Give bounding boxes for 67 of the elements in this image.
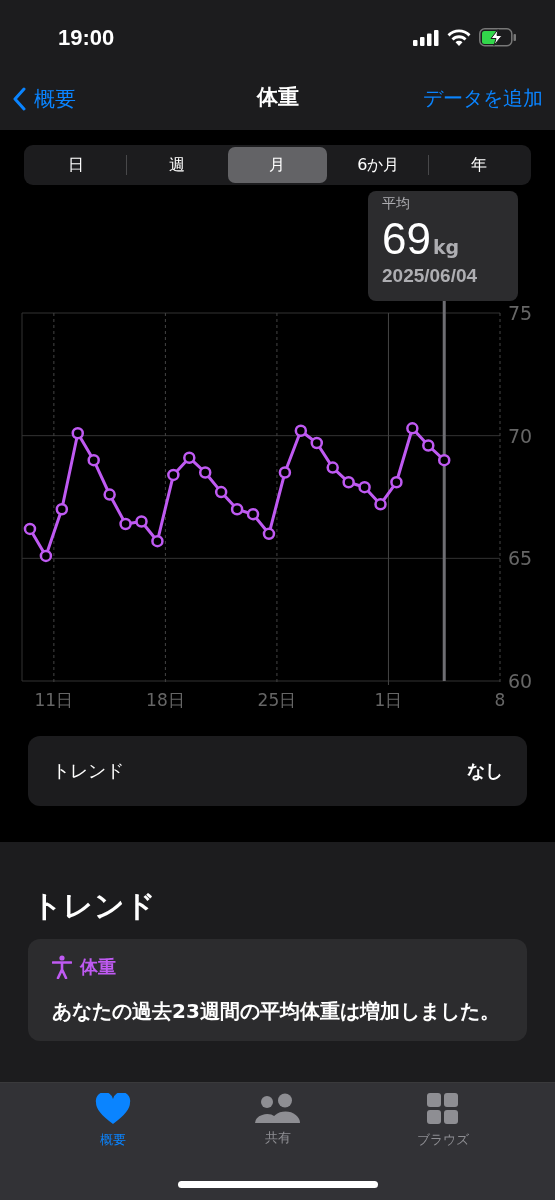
signal-icon (413, 29, 439, 46)
data-point (135, 515, 148, 528)
battery-charging-icon (479, 28, 517, 47)
data-point (262, 527, 276, 541)
data-point (342, 476, 355, 489)
y-axis-label: 70 (508, 424, 533, 447)
trend-card[interactable]: 体重 あなたの過去23週間の平均体重は増加しました。 (28, 939, 527, 1041)
data-point (23, 522, 37, 536)
person-icon (52, 955, 72, 979)
data-point (278, 466, 292, 479)
data-point (374, 498, 387, 511)
data-point (358, 480, 371, 494)
tooltip-label: 平均 (382, 195, 411, 213)
data-point (183, 451, 196, 464)
card-title: 体重 (80, 955, 116, 979)
tab-bar-item[interactable]: 概要 (52, 1083, 173, 1161)
period-tab[interactable]: 6か月 (328, 147, 429, 183)
period-tab[interactable]: 日 (26, 147, 126, 183)
data-point (294, 424, 308, 437)
period-tab[interactable]: 週 (126, 147, 227, 183)
trend-row[interactable]: トレンド なし (28, 736, 527, 806)
data-point (214, 485, 228, 499)
trend-label: トレンド (52, 759, 124, 783)
people-icon (254, 1093, 301, 1123)
data-point (119, 517, 132, 531)
weight-value: 69 (382, 217, 431, 261)
x-axis-label: 18日 (146, 690, 185, 710)
data-point (438, 453, 451, 467)
data-point (151, 534, 164, 548)
data-point (422, 439, 435, 452)
back-link[interactable]: 概要 (12, 84, 76, 113)
data-point (326, 461, 339, 474)
tooltip-date: 2025/06/04 (382, 265, 479, 287)
trend-description: あなたの過去23週間の平均体重は増加しました。 (52, 998, 501, 1025)
y-axis-label: 65 (508, 547, 533, 570)
wifi-icon (447, 29, 471, 46)
add-data-link[interactable]: データを追加 (423, 85, 543, 112)
data-point (406, 422, 419, 435)
data-point (55, 503, 69, 516)
x-axis-label: 1日 (374, 690, 403, 710)
chevron-left-icon (12, 86, 26, 111)
x-axis-label: 11日 (34, 690, 74, 710)
data-point (246, 507, 260, 521)
heart-icon (94, 1093, 131, 1125)
y-axis-label: 60 (508, 670, 533, 692)
data-point (87, 453, 100, 467)
data-point (230, 503, 244, 516)
data-point (103, 488, 116, 501)
tab-bar-item[interactable]: ブラウズ (382, 1083, 503, 1161)
period-tab[interactable]: 年 (429, 147, 529, 183)
period-tab[interactable]: 月 (227, 147, 328, 183)
weight-unit: kg (432, 238, 460, 257)
status-time: 19:00 (58, 24, 115, 51)
y-axis-label: 75 (508, 302, 533, 324)
data-point (310, 436, 323, 450)
grid-icon (426, 1093, 459, 1125)
trend-value: なし (467, 759, 503, 783)
data-point (390, 476, 403, 489)
tab-bar-item[interactable]: 共有 (217, 1083, 338, 1161)
data-point (167, 468, 180, 482)
section-heading: トレンド (31, 887, 157, 925)
x-axis-label: 8 (494, 690, 506, 710)
data-point (71, 426, 84, 440)
x-axis-label: 25日 (257, 690, 297, 710)
data-point (39, 549, 53, 563)
screen-title: 体重 (256, 84, 299, 111)
data-point (199, 466, 212, 479)
